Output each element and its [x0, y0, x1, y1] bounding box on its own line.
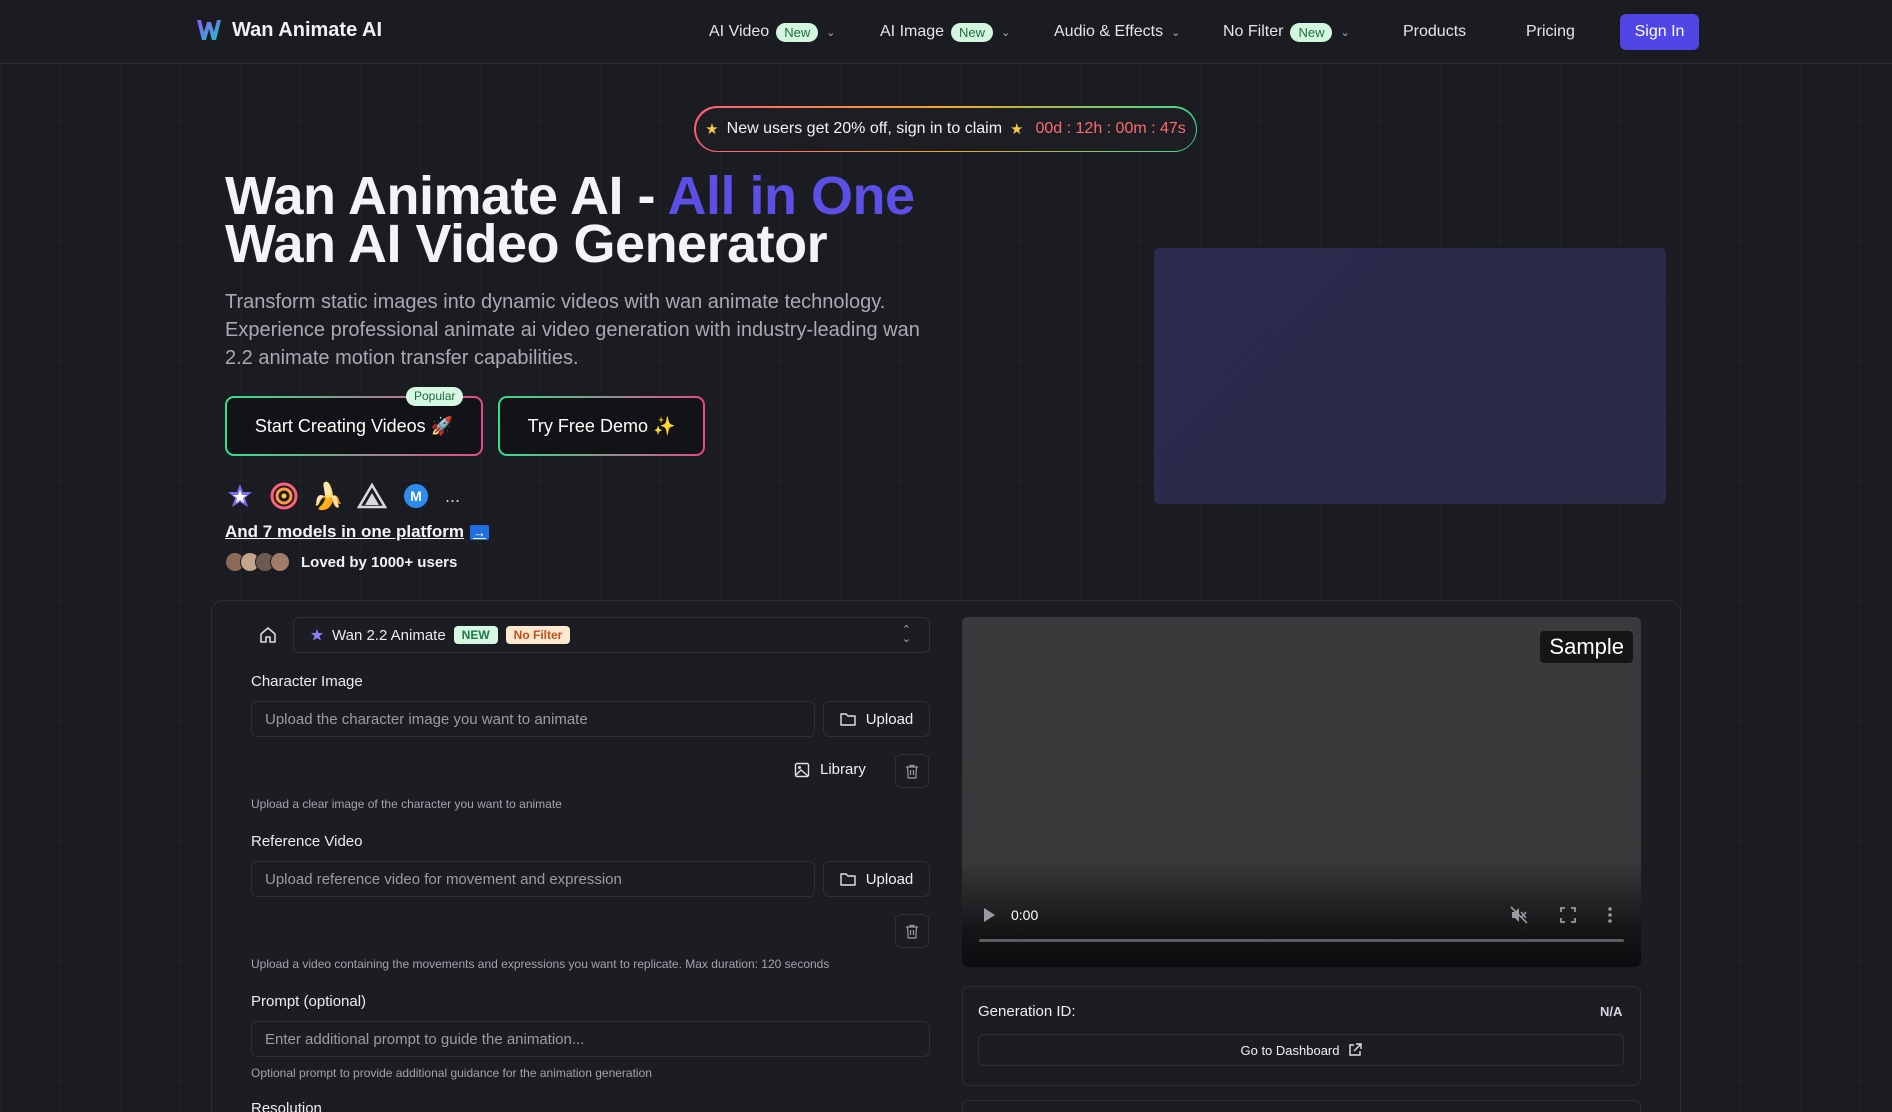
more-models: ... — [445, 485, 461, 506]
video-time: 0:00 — [1011, 907, 1039, 923]
library-button[interactable]: Library — [794, 761, 866, 778]
chevron-down-icon: ⌄ — [1340, 26, 1350, 39]
generation-id-value: N/A — [1600, 1004, 1623, 1019]
models-link[interactable]: And 7 models in one platform → — [225, 522, 489, 542]
new-badge: New — [951, 22, 994, 42]
model-star-icon — [311, 629, 323, 641]
model-m-icon[interactable]: M — [401, 481, 431, 511]
sample-label: Sample — [1540, 631, 1633, 663]
prompt-field[interactable] — [265, 1030, 929, 1048]
model-spiral-icon[interactable] — [269, 481, 299, 511]
trash-icon — [906, 764, 918, 779]
generation-id-label: Generation ID: — [978, 1003, 1076, 1020]
nav-label: Audio & Effects — [1054, 23, 1164, 40]
up-down-icon: ⌃ ⌄ — [901, 624, 911, 645]
reference-video-field[interactable] — [265, 870, 814, 888]
folder-icon — [840, 713, 856, 726]
chevron-down-icon: ⌄ — [1001, 26, 1011, 39]
social-proof: Loved by 1000+ users — [225, 552, 457, 572]
hero-title-part2: Wan AI Video Generator — [225, 214, 828, 274]
model-select[interactable]: Wan 2.2 Animate NEW No Filter ⌃ ⌄ — [293, 617, 930, 653]
character-delete-button[interactable] — [895, 754, 929, 788]
chevron-down-icon: ⌄ — [826, 26, 836, 39]
hero-subtitle: Transform static images into dynamic vid… — [225, 291, 920, 369]
nav-label: AI Image — [880, 23, 945, 40]
nav-label: No Filter — [1223, 23, 1284, 40]
arrow-right-icon: → — [469, 525, 489, 540]
folder-icon — [840, 873, 856, 886]
character-image-label: Character Image — [251, 673, 363, 690]
reference-upload-button[interactable]: Upload — [823, 861, 930, 897]
hero-media-placeholder — [1154, 248, 1666, 504]
promo-banner[interactable]: ★ New users get 20% off, sign in to clai… — [694, 106, 1197, 152]
hero-title: Wan Animate AI - All in One Wan AI Video… — [225, 169, 1025, 271]
mute-icon[interactable] — [1510, 906, 1528, 924]
reference-help-text: Upload a video containing the movements … — [251, 957, 830, 971]
image-icon — [794, 762, 810, 777]
star-icon: ★ — [705, 121, 719, 138]
nav-no-filter[interactable]: No Filter New ⌄ — [1223, 20, 1350, 44]
upload-label: Upload — [865, 710, 914, 728]
sample-video-player[interactable]: Sample 0:00 — [962, 617, 1641, 967]
model-banana-icon[interactable]: 🍌 — [312, 481, 344, 511]
new-badge: NEW — [453, 626, 498, 644]
library-label: Library — [820, 761, 866, 778]
video-progress-bar[interactable] — [979, 939, 1624, 942]
nav-ai-image[interactable]: AI Image New ⌄ — [880, 20, 1010, 44]
nav-products[interactable]: Products — [1403, 20, 1466, 44]
user-avatars — [225, 552, 290, 572]
model-name: Wan 2.2 Animate — [332, 626, 446, 644]
model-star-icon[interactable] — [225, 481, 255, 511]
nav-pricing[interactable]: Pricing — [1526, 20, 1575, 44]
brand-name: Wan Animate AI — [232, 18, 383, 41]
top-nav: Wan Animate AI AI Video New ⌄ AI Image N… — [0, 0, 1892, 64]
popular-badge: Popular — [406, 387, 464, 406]
nav-label: Pricing — [1526, 23, 1575, 40]
promo-countdown: 00d : 12h : 00m : 47s — [1035, 120, 1186, 137]
models-link-text: And 7 models in one platform — [225, 522, 464, 541]
no-filter-badge: No Filter — [505, 626, 571, 644]
sign-in-button[interactable]: Sign In — [1620, 14, 1699, 50]
nav-ai-video[interactable]: AI Video New ⌄ — [709, 20, 835, 44]
dashboard-label: Go to Dashboard — [1240, 1042, 1340, 1058]
resolution-label: Resolution — [251, 1100, 322, 1112]
external-link-icon — [1348, 1043, 1362, 1056]
svg-text:M: M — [410, 488, 422, 504]
promo-text: New users get 20% off, sign in to claim — [726, 120, 1003, 137]
nav-label: AI Video — [709, 23, 770, 40]
chevron-down-icon: ⌄ — [1171, 26, 1181, 39]
reference-video-label: Reference Video — [251, 833, 363, 850]
more-icon[interactable] — [1607, 906, 1613, 924]
character-help-text: Upload a clear image of the character yo… — [251, 797, 562, 811]
model-triangle-icon[interactable] — [357, 481, 387, 511]
character-upload-button[interactable]: Upload — [823, 701, 930, 737]
logo-w-icon — [197, 20, 221, 40]
home-icon[interactable] — [258, 625, 278, 645]
new-badge: New — [1290, 22, 1333, 42]
play-icon[interactable] — [982, 907, 996, 923]
character-image-field[interactable] — [265, 710, 814, 728]
nav-label: Products — [1403, 23, 1467, 40]
try-demo-button[interactable]: Try Free Demo ✨ — [498, 396, 705, 456]
brand-logo[interactable]: Wan Animate AI — [196, 17, 382, 43]
nav-audio-effects[interactable]: Audio & Effects ⌄ — [1054, 20, 1180, 44]
prompt-input[interactable] — [251, 1021, 930, 1057]
avatar — [270, 552, 290, 572]
try-demo-label: Try Free Demo ✨ — [500, 398, 703, 454]
trash-icon — [906, 924, 918, 939]
loved-text: Loved by 1000+ users — [301, 553, 458, 571]
go-to-dashboard-button[interactable]: Go to Dashboard — [978, 1034, 1624, 1066]
new-badge: New — [776, 22, 819, 42]
prompt-help-text: Optional prompt to provide additional gu… — [251, 1066, 652, 1080]
start-creating-label: Start Creating Videos 🚀 — [227, 398, 481, 454]
prompt-label: Prompt (optional) — [251, 993, 367, 1010]
fullscreen-icon[interactable] — [1560, 907, 1576, 923]
reference-delete-button[interactable] — [895, 914, 929, 948]
star-icon: ★ — [1010, 121, 1024, 138]
character-image-input[interactable] — [251, 701, 815, 737]
next-card-edge — [962, 1100, 1641, 1112]
reference-video-input[interactable] — [251, 861, 815, 897]
upload-label: Upload — [865, 870, 914, 888]
model-icons-row: 🍌 M ... — [225, 481, 460, 511]
